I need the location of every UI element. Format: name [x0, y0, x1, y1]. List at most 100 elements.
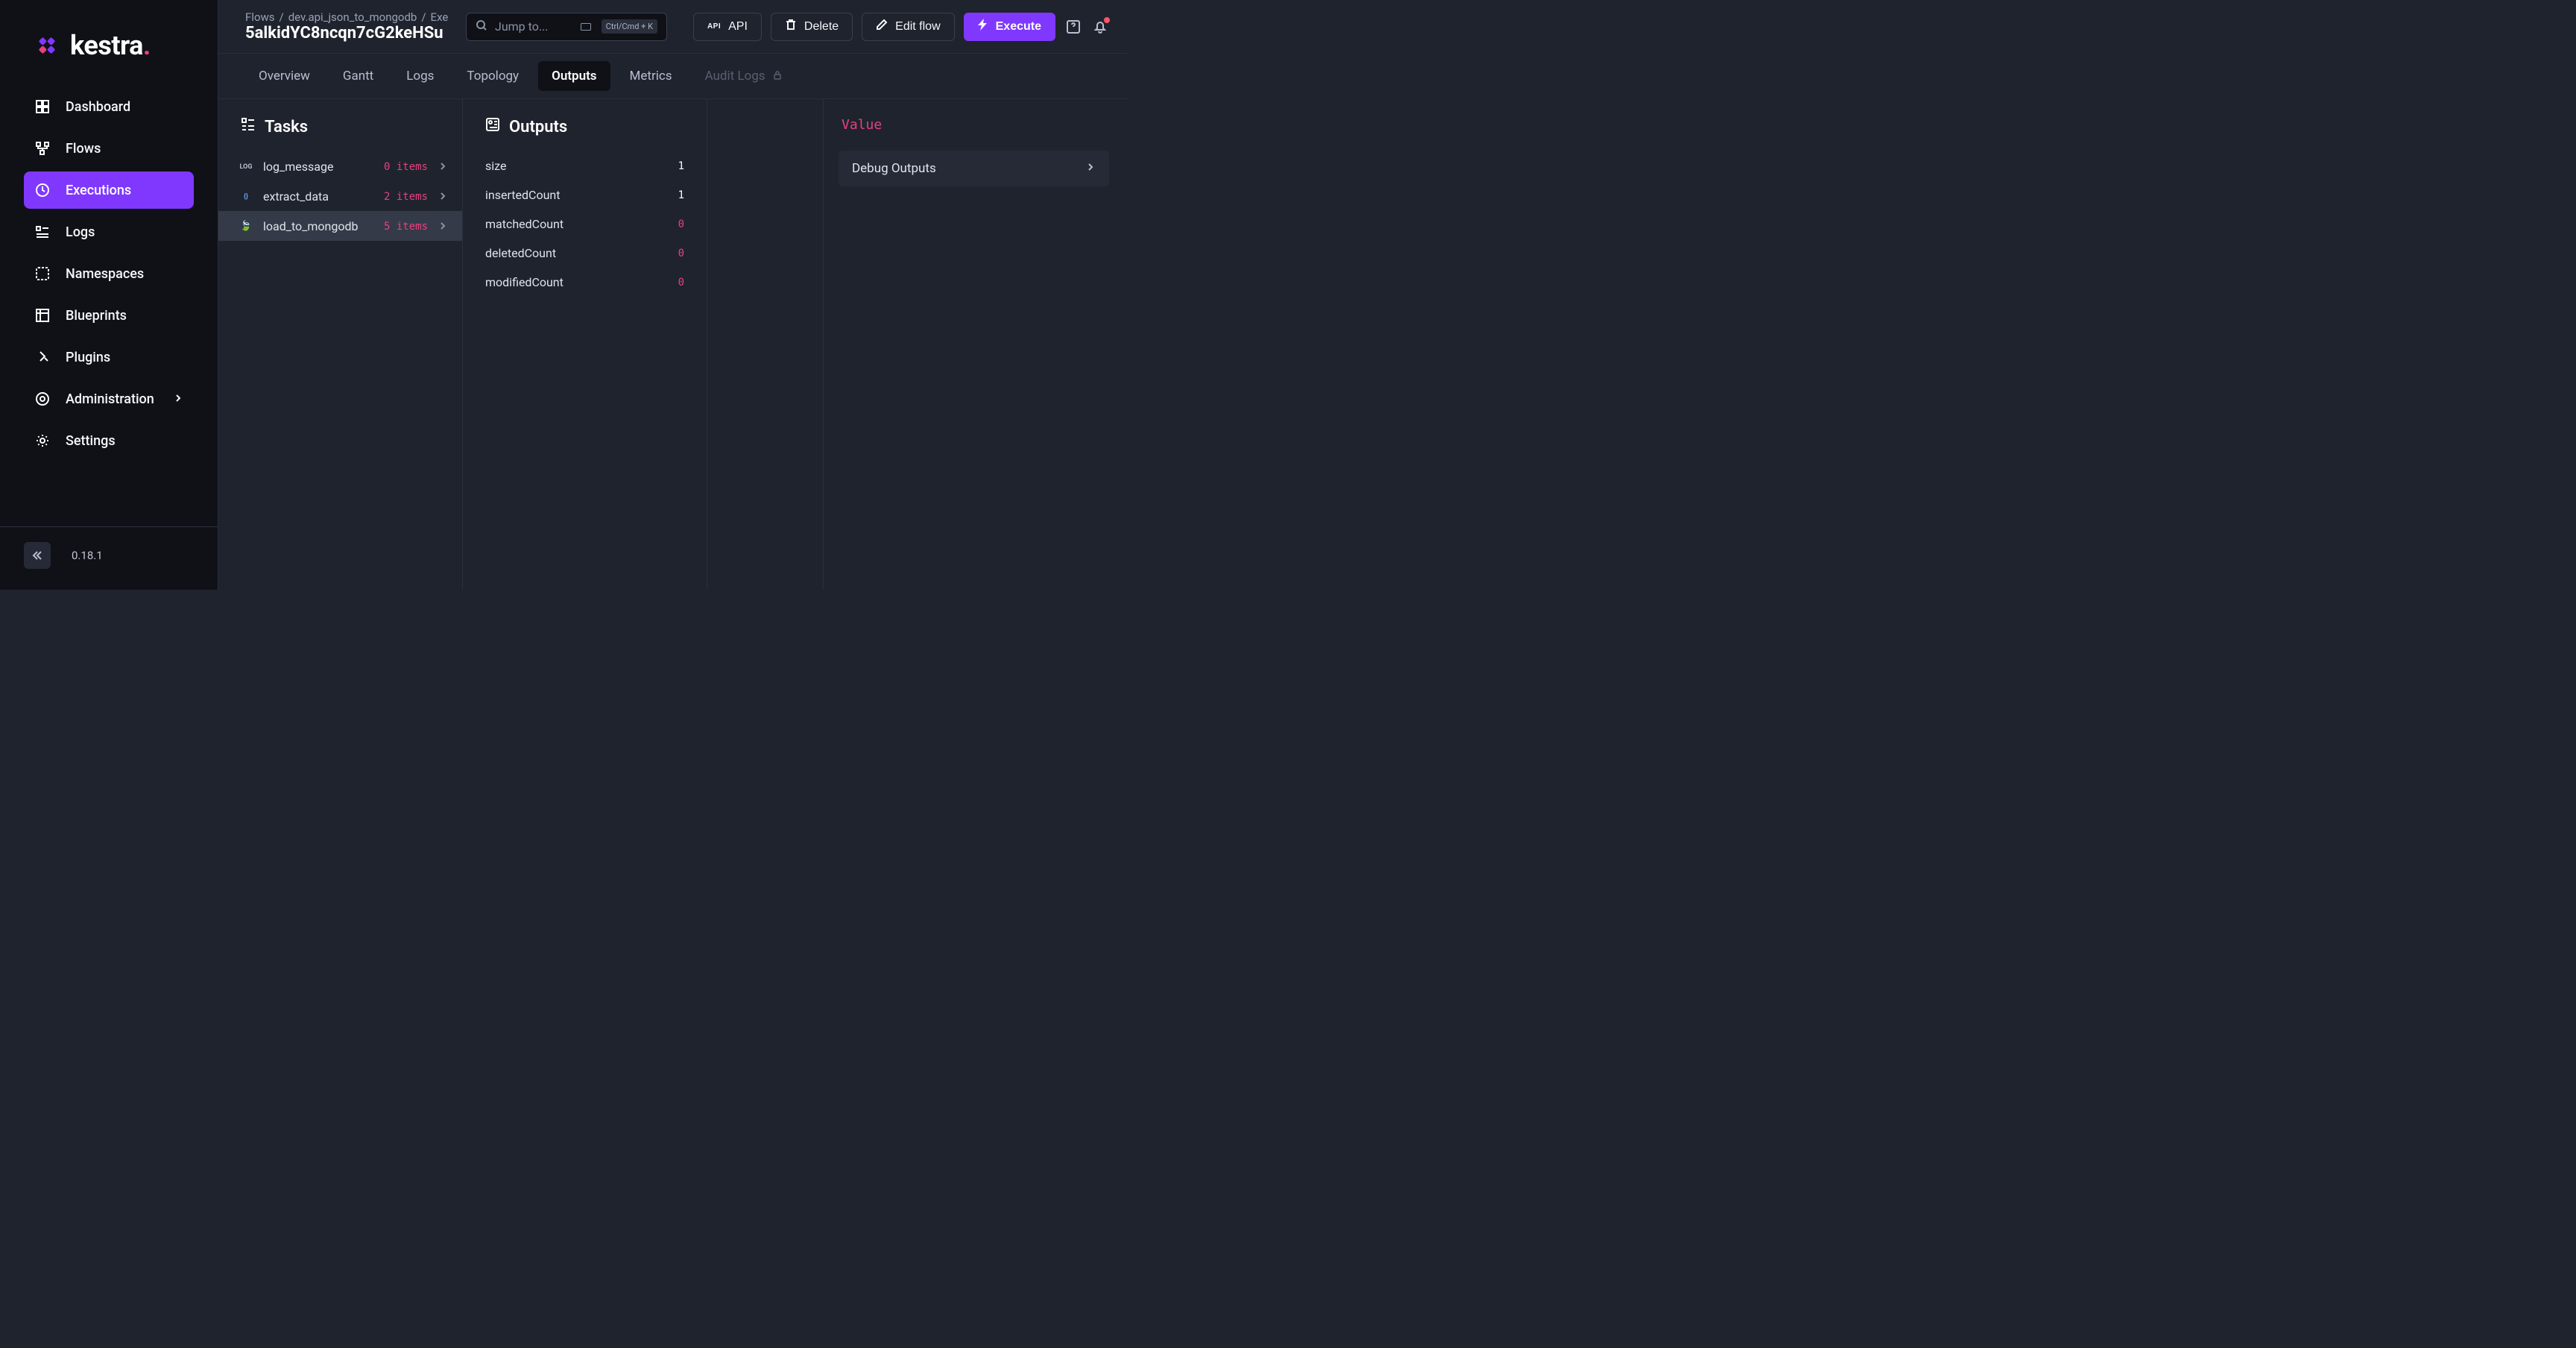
search-icon [476, 19, 487, 34]
output-key: modifiedCount [485, 275, 564, 289]
namespaces-icon [34, 265, 51, 282]
tabs: Overview Gantt Logs Topology Outputs Met… [218, 54, 1127, 99]
main: Flows/dev.api_json_to_mongodb/Exe 5alkid… [218, 0, 1127, 590]
output-row[interactable]: modifiedCount 0 [463, 268, 707, 297]
tab-overview[interactable]: Overview [245, 61, 323, 91]
tab-metrics[interactable]: Metrics [616, 61, 686, 91]
task-count: 0 items [384, 161, 428, 173]
api-button[interactable]: API API [693, 13, 762, 41]
sidebar-footer: 0.18.1 [0, 526, 218, 590]
executions-icon [34, 182, 51, 198]
sidebar-item-namespaces[interactable]: Namespaces [24, 255, 194, 292]
administration-icon [34, 391, 51, 407]
keyboard-icon [581, 22, 591, 32]
spacer-panel [707, 99, 824, 590]
sidebar-item-plugins[interactable]: Plugins [24, 338, 194, 376]
task-count: 5 items [384, 221, 428, 233]
output-value: 0 [678, 248, 684, 259]
notification-dot-icon [1104, 17, 1110, 23]
flows-icon [34, 140, 51, 157]
delete-button[interactable]: Delete [771, 13, 853, 41]
task-type-icon: {} [239, 190, 253, 204]
settings-icon [34, 432, 51, 449]
sidebar-item-label: Administration [66, 391, 154, 407]
logo-text: kestra. [70, 30, 151, 61]
lock-icon [773, 69, 782, 84]
sidebar-item-blueprints[interactable]: Blueprints [24, 297, 194, 334]
header: Flows/dev.api_json_to_mongodb/Exe 5alkid… [218, 0, 1127, 54]
tab-gantt[interactable]: Gantt [329, 61, 387, 91]
sidebar: kestra. Dashboard Flows Executions Lo [0, 0, 218, 590]
sidebar-collapse-button[interactable] [24, 542, 51, 569]
output-value: 0 [678, 277, 684, 289]
tab-outputs[interactable]: Outputs [538, 61, 610, 91]
outputs-icon [485, 117, 500, 136]
plugins-icon [34, 349, 51, 365]
logo-mark-icon [34, 33, 60, 58]
page-title: 5alkidYC8ncqn7cG2keHSu [245, 24, 454, 42]
version-label: 0.18.1 [72, 549, 103, 562]
chevron-right-icon [438, 160, 449, 174]
help-button[interactable] [1064, 18, 1082, 36]
tab-audit-logs: Audit Logs [692, 61, 795, 91]
edit-flow-button[interactable]: Edit flow [862, 13, 954, 41]
value-panel: Value Debug Outputs [824, 99, 1127, 590]
pencil-icon [876, 19, 888, 34]
panels: Tasks LOG log_message 0 items {} extract… [218, 99, 1127, 590]
breadcrumb[interactable]: Flows/dev.api_json_to_mongodb/Exe [245, 10, 454, 24]
output-key: size [485, 159, 506, 173]
tasks-panel: Tasks LOG log_message 0 items {} extract… [218, 99, 463, 590]
task-row[interactable]: LOG log_message 0 items [218, 151, 462, 181]
task-type-icon: LOG [239, 160, 253, 174]
output-key: insertedCount [485, 188, 560, 202]
sidebar-item-label: Blueprints [66, 308, 127, 324]
task-type-icon: 🍃 [239, 220, 253, 233]
output-key: matchedCount [485, 217, 564, 231]
trash-icon [785, 19, 797, 34]
jump-to-input[interactable]: Jump to... Ctrl/Cmd + K [466, 13, 667, 41]
sidebar-item-dashboard[interactable]: Dashboard [24, 88, 194, 125]
shortcut-hint: Ctrl/Cmd + K [602, 19, 657, 34]
task-row[interactable]: 🍃 load_to_mongodb 5 items [218, 211, 462, 241]
sidebar-nav: Dashboard Flows Executions Logs Namespac… [0, 84, 218, 526]
sidebar-item-label: Plugins [66, 350, 110, 365]
output-row[interactable]: insertedCount 1 [463, 180, 707, 210]
chevron-right-icon [173, 391, 183, 407]
outputs-panel: Outputs size 1 insertedCount 1 matchedCo… [463, 99, 707, 590]
api-icon: API [707, 22, 721, 31]
notifications-button[interactable] [1091, 18, 1109, 36]
logo: kestra. [0, 0, 218, 84]
tab-topology[interactable]: Topology [453, 61, 532, 91]
sidebar-item-logs[interactable]: Logs [24, 213, 194, 251]
task-name: load_to_mongodb [263, 219, 373, 233]
sidebar-item-label: Flows [66, 141, 101, 157]
blueprints-icon [34, 307, 51, 324]
sidebar-item-executions[interactable]: Executions [24, 171, 194, 209]
output-row[interactable]: deletedCount 0 [463, 239, 707, 268]
task-name: extract_data [263, 189, 373, 204]
tasks-icon [241, 117, 256, 136]
tasks-panel-header: Tasks [218, 117, 462, 151]
sidebar-item-label: Settings [66, 433, 116, 449]
sidebar-item-flows[interactable]: Flows [24, 130, 194, 167]
breadcrumb-area: Flows/dev.api_json_to_mongodb/Exe 5alkid… [245, 10, 454, 42]
debug-outputs-button[interactable]: Debug Outputs [839, 151, 1109, 186]
sidebar-item-administration[interactable]: Administration [24, 380, 194, 418]
value-label: Value [839, 117, 1109, 151]
task-row[interactable]: {} extract_data 2 items [218, 181, 462, 211]
task-count: 2 items [384, 191, 428, 203]
dashboard-icon [34, 98, 51, 115]
tab-logs[interactable]: Logs [393, 61, 447, 91]
output-row[interactable]: matchedCount 0 [463, 210, 707, 239]
sidebar-item-label: Logs [66, 224, 95, 240]
output-value: 0 [678, 218, 684, 230]
output-row[interactable]: size 1 [463, 151, 707, 180]
sidebar-item-settings[interactable]: Settings [24, 422, 194, 459]
jump-placeholder: Jump to... [495, 19, 573, 34]
task-name: log_message [263, 160, 373, 174]
execute-button[interactable]: Execute [964, 13, 1055, 41]
logs-icon [34, 224, 51, 240]
sidebar-item-label: Dashboard [66, 99, 130, 115]
outputs-panel-header: Outputs [463, 117, 707, 151]
sidebar-item-label: Namespaces [66, 266, 144, 282]
